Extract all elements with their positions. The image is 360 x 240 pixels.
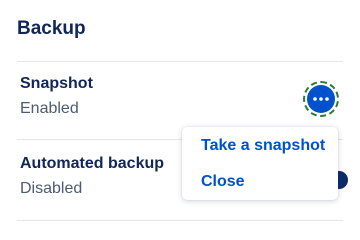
divider (17, 61, 343, 62)
section-title: Backup (17, 18, 86, 39)
automated-backup-label: Automated backup (20, 155, 165, 172)
menu-item-close[interactable]: Close (201, 173, 245, 191)
more-horizontal-icon (313, 97, 329, 101)
actions-dropdown-menu: Take a snapshot Close (182, 127, 338, 200)
snapshot-label: Snapshot (20, 75, 93, 92)
snapshot-actions-button[interactable] (303, 81, 339, 117)
snapshot-status: Enabled (20, 100, 79, 117)
menu-item-take-snapshot[interactable]: Take a snapshot (201, 137, 325, 155)
automated-backup-status: Disabled (20, 180, 83, 197)
divider (17, 220, 343, 221)
